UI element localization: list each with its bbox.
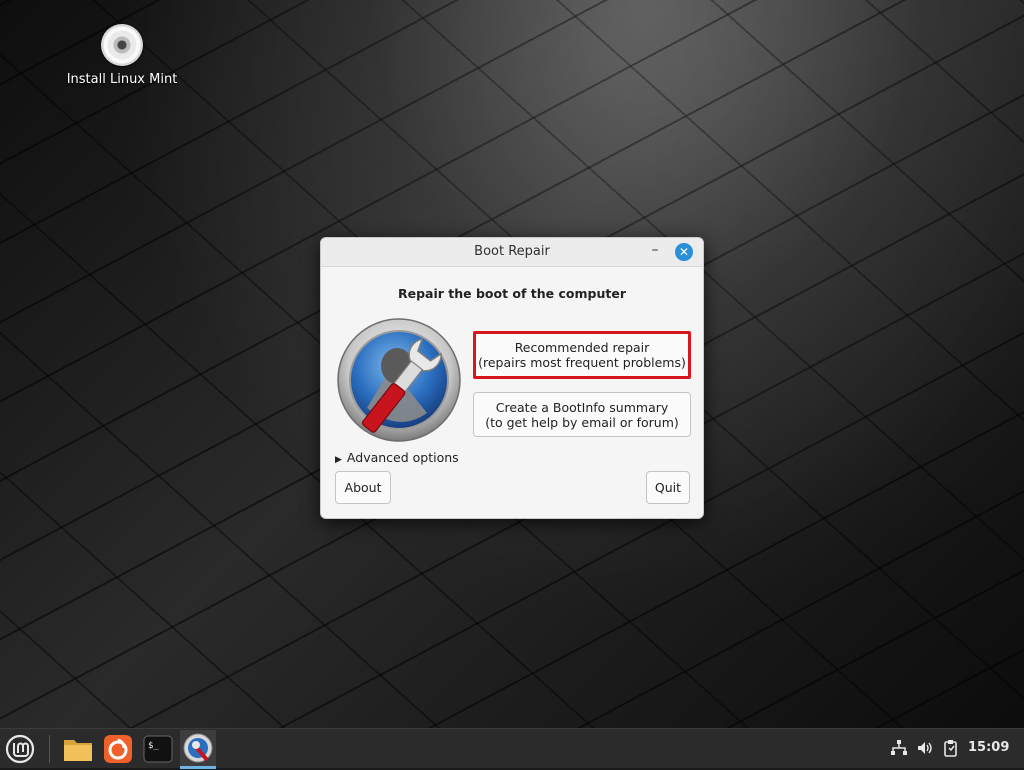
- titlebar[interactable]: Boot Repair – ✕: [321, 238, 703, 267]
- clock[interactable]: 15:09: [968, 740, 1009, 760]
- taskbar-separator: [49, 735, 50, 763]
- volume-icon[interactable]: [916, 739, 934, 759]
- boot-repair-logo-icon: [337, 318, 467, 446]
- taskbar: $_ 15:09: [0, 728, 1024, 769]
- cd-icon: [101, 24, 143, 66]
- minimize-button[interactable]: –: [647, 243, 663, 260]
- bootinfo-summary-label: Create a BootInfo summary: [495, 399, 669, 415]
- firefox-icon[interactable]: [102, 733, 134, 765]
- folder-icon[interactable]: [62, 733, 94, 765]
- page-heading: Repair the boot of the computer: [397, 286, 626, 301]
- clipboard-icon[interactable]: [942, 739, 960, 759]
- recommended-repair-sublabel: (repairs most frequent problems): [478, 355, 686, 370]
- mint-menu-icon[interactable]: [4, 733, 36, 765]
- network-icon[interactable]: [890, 739, 908, 759]
- about-button[interactable]: About: [335, 471, 391, 504]
- advanced-options-label: Advanced options: [346, 450, 459, 465]
- triangle-right-icon: ▶: [335, 455, 342, 465]
- boot-repair-icon[interactable]: [180, 730, 216, 766]
- window-title: Boot Repair: [474, 244, 550, 259]
- svg-text:$_: $_: [148, 741, 159, 751]
- bootinfo-summary-button[interactable]: Create a BootInfo summary (to get help b…: [473, 392, 691, 437]
- advanced-options-expander[interactable]: ▶ Advanced options: [335, 450, 459, 465]
- boot-repair-window: Boot Repair – ✕ Repair the boot of the c…: [320, 237, 704, 519]
- terminal-icon[interactable]: $_: [142, 733, 174, 765]
- desktop-icon-label: Install Linux Mint: [66, 72, 178, 87]
- recommended-repair-label: Recommended repair: [514, 340, 650, 355]
- quit-button[interactable]: Quit: [646, 471, 690, 504]
- recommended-repair-button[interactable]: Recommended repair (repairs most frequen…: [473, 331, 691, 379]
- bootinfo-summary-sublabel: (to get help by email or forum): [485, 414, 679, 430]
- desktop-icon-install-linux-mint[interactable]: Install Linux Mint: [62, 24, 182, 87]
- close-button[interactable]: ✕: [675, 243, 693, 261]
